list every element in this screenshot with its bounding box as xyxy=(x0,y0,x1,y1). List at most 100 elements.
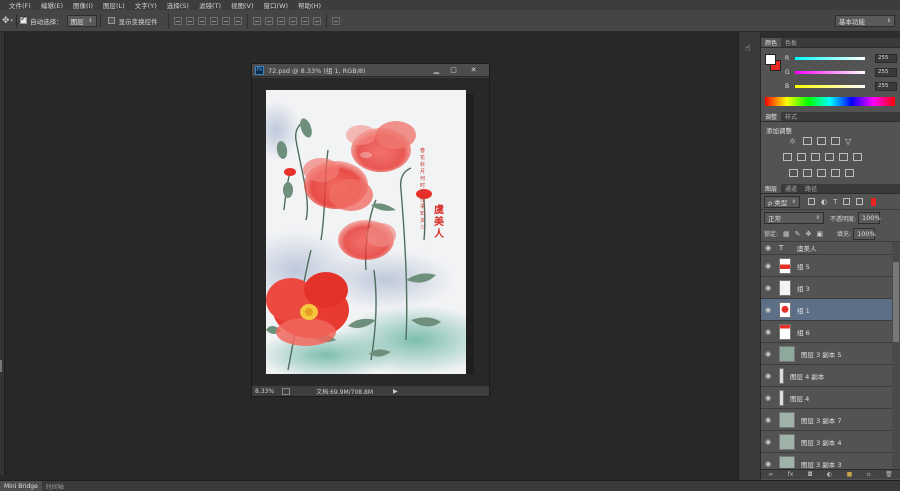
artwork-canvas[interactable]: 虞美人 春花秋月何时了，往事知多少 xyxy=(266,90,466,374)
posterize-icon[interactable] xyxy=(803,169,812,177)
status-menu-icon[interactable] xyxy=(282,387,291,395)
opacity-value[interactable]: 100% xyxy=(858,212,881,224)
trash-icon[interactable]: 🗑 xyxy=(885,471,893,478)
gradient-map-icon[interactable] xyxy=(831,169,840,177)
history-panel-icon[interactable]: ☝ xyxy=(745,44,750,54)
menu-layer[interactable]: 图层(L) xyxy=(103,0,125,10)
mask-icon[interactable]: ◘ xyxy=(808,471,813,478)
layers-scrollbar-thumb[interactable] xyxy=(893,262,899,342)
tab-color[interactable]: 颜色 xyxy=(761,38,782,47)
channel-g-value[interactable]: 255 xyxy=(875,67,897,77)
menu-type[interactable]: 文字(Y) xyxy=(135,0,157,10)
distribute-hcenter-icon[interactable] xyxy=(300,16,309,25)
menu-file[interactable]: 文件(F) xyxy=(9,0,31,10)
distribute-left-icon[interactable] xyxy=(288,16,297,25)
visibility-eye-icon[interactable]: ◉ xyxy=(761,350,775,358)
visibility-eye-icon[interactable]: ◉ xyxy=(761,372,775,380)
foreground-color-swatch[interactable] xyxy=(765,54,776,65)
lock-paint-icon[interactable]: ✎ xyxy=(795,230,801,238)
layer-row[interactable]: ◉ 图层 3 副本 7 xyxy=(761,409,900,431)
tool-preset-dropdown-icon[interactable]: ▾ xyxy=(11,18,14,24)
distribute-top-icon[interactable] xyxy=(252,16,261,25)
tab-styles[interactable]: 样式 xyxy=(781,112,801,121)
distribute-right-icon[interactable] xyxy=(312,16,321,25)
filter-adjust-icon[interactable]: ◐ xyxy=(821,198,827,206)
menu-view[interactable]: 视图(V) xyxy=(231,0,254,10)
fx-icon[interactable]: fx xyxy=(788,471,794,478)
minimize-button[interactable]: ▁ xyxy=(428,65,445,75)
tab-mini-bridge[interactable]: Mini Bridge xyxy=(0,481,42,491)
workspace-dropdown[interactable]: 基本功能 ⇕ xyxy=(835,15,895,27)
visibility-eye-icon[interactable]: ◉ xyxy=(761,306,775,314)
toolbox-collapsed[interactable] xyxy=(0,32,5,475)
lock-transparent-icon[interactable]: ▦ xyxy=(783,230,790,238)
filter-toggle[interactable] xyxy=(871,197,877,206)
auto-select-checkbox[interactable] xyxy=(20,14,28,24)
channel-mixer-icon[interactable] xyxy=(853,153,862,161)
invert-icon[interactable] xyxy=(789,169,798,177)
channel-b-slider[interactable] xyxy=(795,84,865,88)
visibility-eye-icon[interactable]: ◉ xyxy=(761,460,775,468)
visibility-eye-icon[interactable]: ◉ xyxy=(761,416,775,424)
link-icon[interactable]: ∞ xyxy=(768,471,773,478)
selective-color-icon[interactable] xyxy=(845,169,854,177)
vibrance-icon[interactable] xyxy=(783,153,792,161)
zoom-level[interactable]: 8.33% xyxy=(255,388,274,395)
menu-image[interactable]: 图像(I) xyxy=(73,0,93,10)
visibility-eye-icon[interactable]: ◉ xyxy=(761,438,775,446)
distribute-bottom-icon[interactable] xyxy=(276,16,285,25)
layer-row[interactable]: ◉ 组 3 xyxy=(761,277,900,299)
filter-pixel-icon[interactable] xyxy=(808,198,815,205)
layer-row[interactable]: ◉ 组 5 xyxy=(761,255,900,277)
visibility-eye-icon[interactable]: ◉ xyxy=(761,262,775,270)
threshold-icon[interactable] xyxy=(817,169,826,177)
visibility-eye-icon[interactable]: ◉ xyxy=(761,244,775,252)
hue-saturation-icon[interactable] xyxy=(797,153,806,161)
layer-row[interactable]: ◉ 图层 4 副本 xyxy=(761,365,900,387)
visibility-eye-icon[interactable]: ◉ xyxy=(761,328,775,336)
close-button[interactable]: ✕ xyxy=(465,65,482,75)
status-arrow-icon[interactable]: ▶ xyxy=(393,388,398,395)
tab-timeline[interactable]: 时间轴 xyxy=(42,481,68,491)
curves-icon[interactable] xyxy=(817,137,826,145)
layer-row[interactable]: ◉ 图层 3 副本 4 xyxy=(761,431,900,453)
layer-filter-dropdown[interactable]: ρ 类型 ⇕ xyxy=(764,195,800,208)
document-workspace[interactable]: 虞美人 春花秋月何时了，往事知多少 xyxy=(252,78,489,386)
gradient-triangle-icon[interactable]: ▽ xyxy=(845,137,854,146)
align-bottom-icon[interactable] xyxy=(197,16,206,25)
exposure-icon[interactable] xyxy=(831,137,840,145)
move-tool-icon[interactable]: ✥ xyxy=(2,16,10,26)
menu-select[interactable]: 选择(S) xyxy=(167,0,189,10)
new-layer-icon[interactable]: ▫ xyxy=(867,471,871,478)
channel-b-value[interactable]: 255 xyxy=(875,81,897,91)
maximize-button[interactable]: □ xyxy=(445,65,462,75)
channel-r-value[interactable]: 255 xyxy=(875,53,897,63)
brightness-icon[interactable]: ☼ xyxy=(789,137,798,146)
layer-row-selected[interactable]: ◉ 组 1 xyxy=(761,299,900,321)
auto-align-icon[interactable] xyxy=(331,16,340,25)
align-left-icon[interactable] xyxy=(209,16,218,25)
menu-help[interactable]: 帮助(H) xyxy=(298,0,321,10)
menu-filter[interactable]: 滤镜(T) xyxy=(199,0,221,10)
filter-type-icon[interactable]: T xyxy=(833,198,837,206)
layer-row[interactable]: ◉ 组 6 xyxy=(761,321,900,343)
filter-shape-icon[interactable] xyxy=(843,198,851,205)
layer-row[interactable]: ◉ 图层 3 副本 3 xyxy=(761,453,900,468)
photo-filter-icon[interactable] xyxy=(839,153,848,161)
color-spectrum[interactable] xyxy=(765,97,895,106)
distribute-vcenter-icon[interactable] xyxy=(264,16,273,25)
filter-smart-icon[interactable] xyxy=(856,198,864,205)
blend-mode-dropdown[interactable]: 正常 ⇕ xyxy=(764,212,824,224)
levels-icon[interactable] xyxy=(803,137,812,145)
folder-icon[interactable]: ■ xyxy=(847,471,853,478)
align-vcenter-icon[interactable] xyxy=(185,16,194,25)
visibility-eye-icon[interactable]: ◉ xyxy=(761,284,775,292)
show-transform-checkbox[interactable] xyxy=(107,17,115,24)
layer-row[interactable]: ◉ 图层 3 副本 5 xyxy=(761,343,900,365)
align-top-icon[interactable] xyxy=(173,16,182,25)
adjustment-icon[interactable]: ◐ xyxy=(827,471,832,478)
menu-edit[interactable]: 编辑(E) xyxy=(41,0,63,10)
auto-select-dropdown[interactable]: 图层 ⇕ xyxy=(66,14,97,27)
align-right-icon[interactable] xyxy=(233,16,242,25)
layer-row[interactable]: ◉ 图层 4 xyxy=(761,387,900,409)
